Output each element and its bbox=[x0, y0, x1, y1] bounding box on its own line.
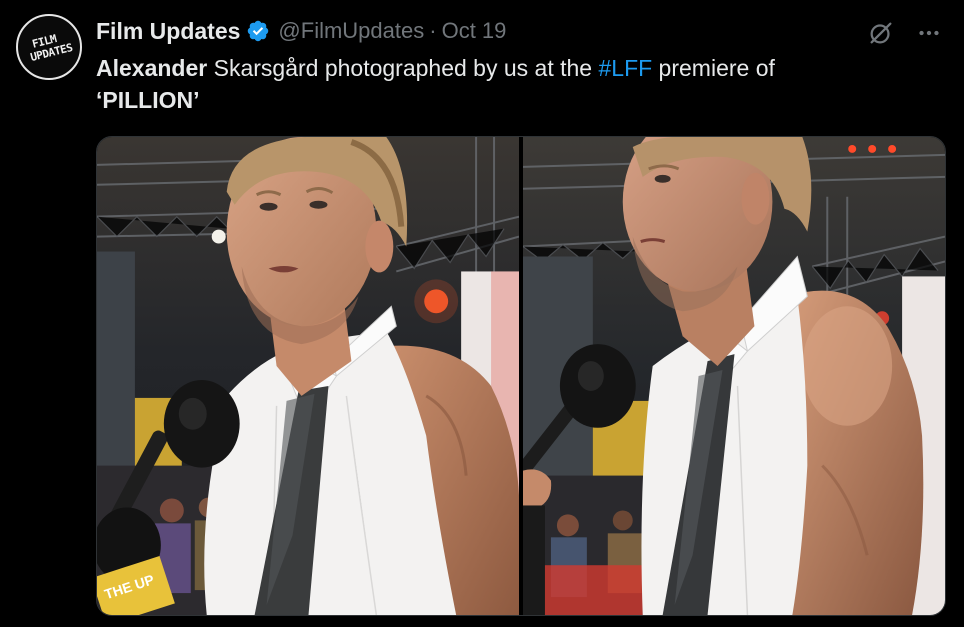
photo-1[interactable]: THE UP bbox=[97, 137, 519, 615]
tweet-date[interactable]: Oct 19 bbox=[442, 18, 507, 44]
tweet-text-part1: Skarsgård photographed by us at the bbox=[207, 55, 599, 81]
media-grid: THE UP bbox=[96, 136, 946, 616]
tweet-actions-top bbox=[866, 18, 944, 48]
tweet-text-part2: premiere of bbox=[652, 55, 775, 81]
tweet-header: Film Updates @FilmUpdates · Oct 19 bbox=[96, 16, 506, 46]
display-name[interactable]: Film Updates bbox=[96, 18, 240, 45]
hashtag-link[interactable]: #LFF bbox=[598, 55, 652, 81]
tweet-text: Alexander Skarsgård photographed by us a… bbox=[96, 52, 916, 116]
verified-badge-icon[interactable] bbox=[246, 19, 270, 43]
handle[interactable]: @FilmUpdates bbox=[278, 18, 424, 44]
separator-dot: · bbox=[429, 18, 437, 43]
avatar[interactable]: FILM UPDATES bbox=[16, 14, 82, 80]
more-icon[interactable] bbox=[914, 18, 944, 48]
tweet: FILM UPDATES Film Updates @FilmUpdates ·… bbox=[0, 0, 964, 627]
tweet-text-bold: Alexander bbox=[96, 55, 208, 81]
photo-2[interactable] bbox=[523, 137, 945, 615]
grok-icon[interactable] bbox=[866, 18, 896, 48]
tweet-text-title: ‘PILLION’ bbox=[96, 87, 200, 113]
